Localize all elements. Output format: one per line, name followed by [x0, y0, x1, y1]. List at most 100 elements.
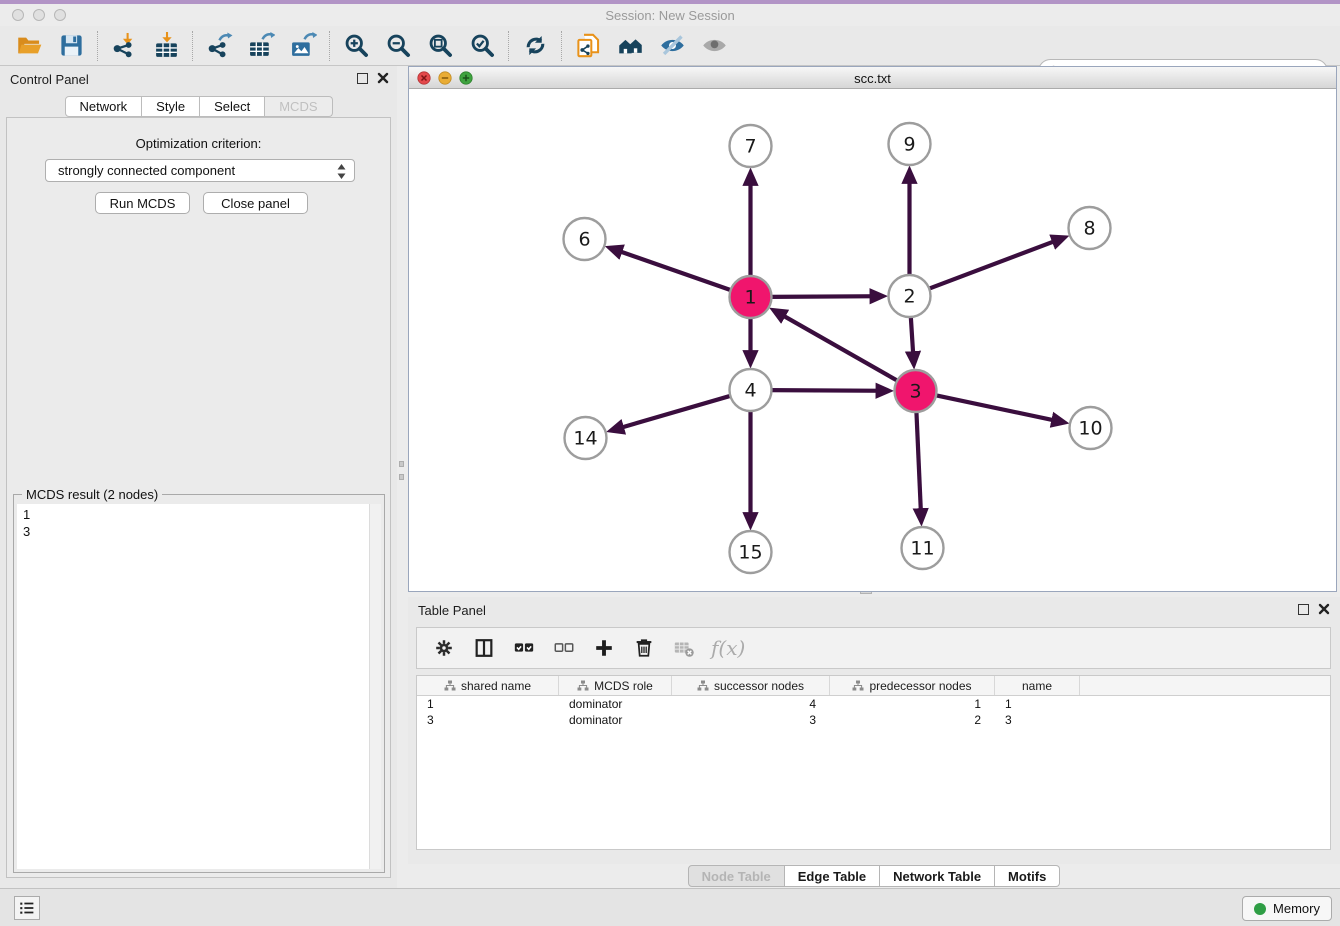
table-cell: 1 [830, 696, 995, 712]
control-panel: Control Panel NetworkStyleSelectMCDS Opt… [0, 66, 397, 888]
graph-edge-1-6[interactable] [610, 248, 733, 291]
table-header: shared nameMCDS role successor nodes prede… [417, 676, 1330, 696]
network-canvas[interactable]: 7968124314101511 [409, 89, 1336, 591]
criterion-dropdown[interactable]: strongly connected component [45, 159, 355, 182]
table-cell: 3 [672, 712, 830, 728]
clone-network-icon[interactable] [567, 29, 609, 63]
function-builder-icon: f(x) [707, 636, 745, 660]
vertical-splitter-grip[interactable] [399, 461, 404, 467]
hierarchy-icon [577, 680, 589, 692]
toolbar-separator [508, 31, 509, 61]
graph-node-label-9: 9 [903, 134, 915, 156]
unselect-all-icon[interactable] [547, 632, 581, 664]
table-row[interactable]: 3dominator323 [417, 712, 1330, 728]
graph-edge-3-1[interactable] [774, 310, 899, 381]
import-network-icon[interactable] [103, 29, 145, 63]
tab-motifs[interactable]: Motifs [995, 865, 1060, 887]
graph-edge-2-8[interactable] [927, 238, 1064, 290]
tab-network[interactable]: Network [64, 96, 142, 117]
hierarchy-icon [852, 680, 864, 692]
close-panel-button[interactable]: Close panel [203, 192, 308, 214]
graph-edge-1-2[interactable] [769, 296, 882, 297]
graph-edge-3-11[interactable] [916, 410, 921, 521]
column-label: successor nodes [714, 679, 804, 693]
column-header-successor-nodes[interactable]: successor nodes [672, 676, 830, 695]
first-neighbors-icon[interactable] [609, 29, 651, 63]
close-panel-icon[interactable] [1318, 603, 1330, 615]
graph-edge-4-14[interactable] [611, 395, 732, 430]
memory-status-icon [1254, 903, 1266, 915]
delete-icon[interactable] [627, 632, 661, 664]
graph-edge-4-3[interactable] [769, 390, 888, 391]
vertical-splitter-grip[interactable] [399, 474, 404, 480]
table-cell: 2 [830, 712, 995, 728]
hierarchy-icon [697, 680, 709, 692]
zoom-in-icon[interactable] [335, 29, 377, 63]
tab-node-table[interactable]: Node Table [688, 865, 785, 887]
table-toolbar: f(x) [416, 627, 1331, 669]
zoom-fit-icon[interactable] [419, 29, 461, 63]
tab-edge-table[interactable]: Edge Table [785, 865, 880, 887]
network-window-title: scc.txt [409, 71, 1336, 86]
column-header-shared-name[interactable]: shared name [417, 676, 559, 695]
gear-icon[interactable] [427, 632, 461, 664]
columns-icon[interactable] [467, 632, 501, 664]
float-panel-icon[interactable] [357, 73, 368, 84]
toolbar-separator [192, 31, 193, 61]
zoom-out-icon[interactable] [377, 29, 419, 63]
export-table-icon[interactable] [240, 29, 282, 63]
save-session-icon[interactable] [50, 29, 92, 63]
graph-edge-3-10[interactable] [934, 395, 1064, 422]
close-panel-icon[interactable] [377, 72, 389, 84]
zoom-selected-icon[interactable] [461, 29, 503, 63]
task-history-button[interactable] [14, 896, 40, 920]
control-panel-tabs: NetworkStyleSelectMCDS [64, 96, 332, 117]
table-cell: 1 [417, 696, 559, 712]
column-header-name[interactable]: name [995, 676, 1080, 695]
graph-edge-2-3[interactable] [911, 315, 914, 364]
hierarchy-icon [444, 680, 456, 692]
tab-select[interactable]: Select [200, 96, 265, 117]
export-image-icon[interactable] [282, 29, 324, 63]
column-header-predecessor-nodes[interactable]: predecessor nodes [830, 676, 995, 695]
float-panel-icon[interactable] [1298, 604, 1309, 615]
graph-node-label-10: 10 [1078, 418, 1102, 440]
delete-table-icon [667, 632, 701, 664]
control-panel-title: Control Panel [10, 72, 89, 87]
hide-selected-icon[interactable] [651, 29, 693, 63]
network-window-titlebar[interactable]: scc.txt [409, 67, 1336, 89]
table-cell: dominator [559, 712, 672, 728]
show-all-icon[interactable] [693, 29, 735, 63]
column-label: predecessor nodes [869, 679, 971, 693]
result-scrollbar[interactable] [369, 504, 381, 869]
table-row[interactable]: 1dominator411 [417, 696, 1330, 712]
memory-label: Memory [1273, 901, 1320, 916]
column-header-MCDS-role[interactable]: MCDS role [559, 676, 672, 695]
import-table-icon[interactable] [145, 29, 187, 63]
refresh-layout-icon[interactable] [514, 29, 556, 63]
tab-network-table[interactable]: Network Table [880, 865, 995, 887]
network-graph[interactable]: 7968124314101511 [409, 89, 1336, 591]
add-icon[interactable] [587, 632, 621, 664]
graph-node-label-7: 7 [744, 136, 756, 158]
criterion-value: strongly connected component [58, 163, 235, 178]
table-panel-title: Table Panel [418, 603, 486, 618]
mcds-result-title: MCDS result (2 nodes) [22, 487, 162, 502]
export-network-icon[interactable] [198, 29, 240, 63]
toolbar-separator [97, 31, 98, 61]
window-title: Session: New Session [0, 8, 1340, 23]
memory-button[interactable]: Memory [1242, 896, 1332, 921]
select-all-icon[interactable] [507, 632, 541, 664]
mcds-result-group: MCDS result (2 nodes) 1 3 [13, 494, 385, 873]
graph-node-label-14: 14 [573, 428, 597, 450]
graph-node-label-2: 2 [903, 286, 915, 308]
run-mcds-button[interactable]: Run MCDS [95, 192, 190, 214]
main-toolbar [0, 26, 1340, 66]
mcds-result-text[interactable]: 1 3 [17, 504, 369, 869]
open-session-icon[interactable] [8, 29, 50, 63]
table-panel: Table Panel f(x) shared nameMCDS role suc… [408, 597, 1340, 864]
graph-node-label-8: 8 [1083, 218, 1095, 240]
graph-node-label-4: 4 [744, 380, 756, 402]
tab-mcds[interactable]: MCDS [265, 96, 332, 117]
tab-style[interactable]: Style [142, 96, 200, 117]
